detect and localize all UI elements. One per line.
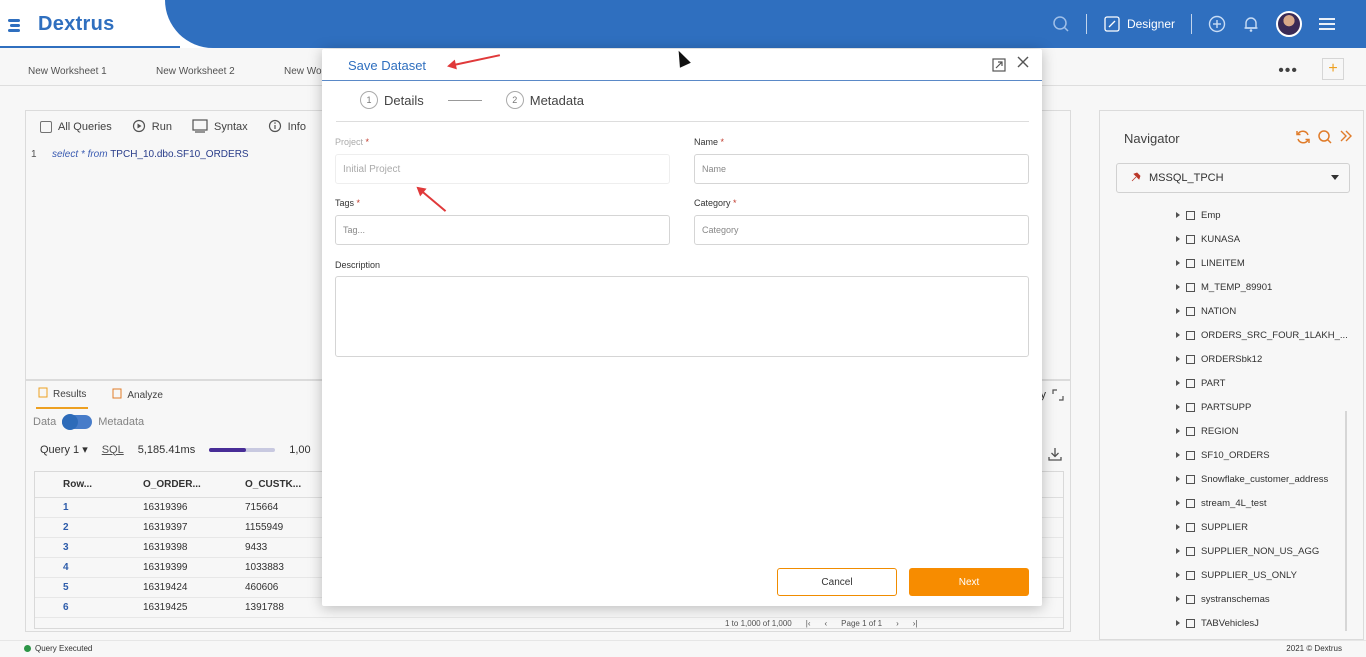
next-button[interactable]: Next: [909, 568, 1029, 596]
close-icon[interactable]: [1016, 55, 1030, 74]
designer-label: Designer: [1126, 17, 1175, 31]
step-number: 1: [360, 91, 378, 109]
description-textarea[interactable]: [335, 276, 1029, 357]
tags-label: Tags *: [335, 198, 361, 208]
wizard-steps: 1 Details 2 Metadata: [360, 91, 584, 109]
avatar[interactable]: [1276, 11, 1302, 37]
top-bar: Dextrus Designer: [0, 0, 1366, 48]
designer-button[interactable]: Designer: [1103, 15, 1175, 33]
logo-text: Dextrus: [38, 13, 115, 35]
cancel-button[interactable]: Cancel: [777, 568, 897, 596]
search-icon[interactable]: [1052, 15, 1070, 33]
category-input[interactable]: Category: [694, 215, 1029, 245]
step-metadata[interactable]: 2 Metadata: [505, 91, 584, 109]
tags-input[interactable]: Tag...: [335, 215, 670, 245]
step-details[interactable]: 1 Details: [360, 91, 424, 109]
top-bar-actions: Designer: [1052, 10, 1336, 38]
save-dataset-dialog: Save Dataset 1 Details 2 Metadata Projec…: [322, 49, 1042, 606]
app-logo[interactable]: Dextrus: [8, 13, 115, 36]
name-input[interactable]: Name: [694, 154, 1029, 184]
step-label: Metadata: [529, 92, 584, 108]
name-label: Name *: [694, 137, 725, 147]
divider: [1191, 14, 1192, 34]
maximize-icon[interactable]: [992, 58, 1006, 72]
step-label: Details: [384, 92, 424, 108]
menu-icon[interactable]: [1318, 15, 1336, 33]
description-label: Description: [335, 260, 381, 270]
bell-icon[interactable]: [1242, 15, 1260, 33]
divider: [1085, 14, 1087, 34]
logo-icon: [8, 15, 34, 35]
category-label: Category *: [694, 198, 737, 208]
step-number: 2: [505, 91, 524, 109]
project-field: Initial Project: [335, 154, 670, 184]
dialog-title: Save Dataset: [348, 58, 427, 73]
edit-icon: [1103, 15, 1121, 33]
step-connector: [447, 99, 482, 101]
project-label: Project *: [335, 137, 370, 147]
add-circle-icon[interactable]: [1208, 15, 1226, 33]
divider: [336, 121, 1029, 122]
